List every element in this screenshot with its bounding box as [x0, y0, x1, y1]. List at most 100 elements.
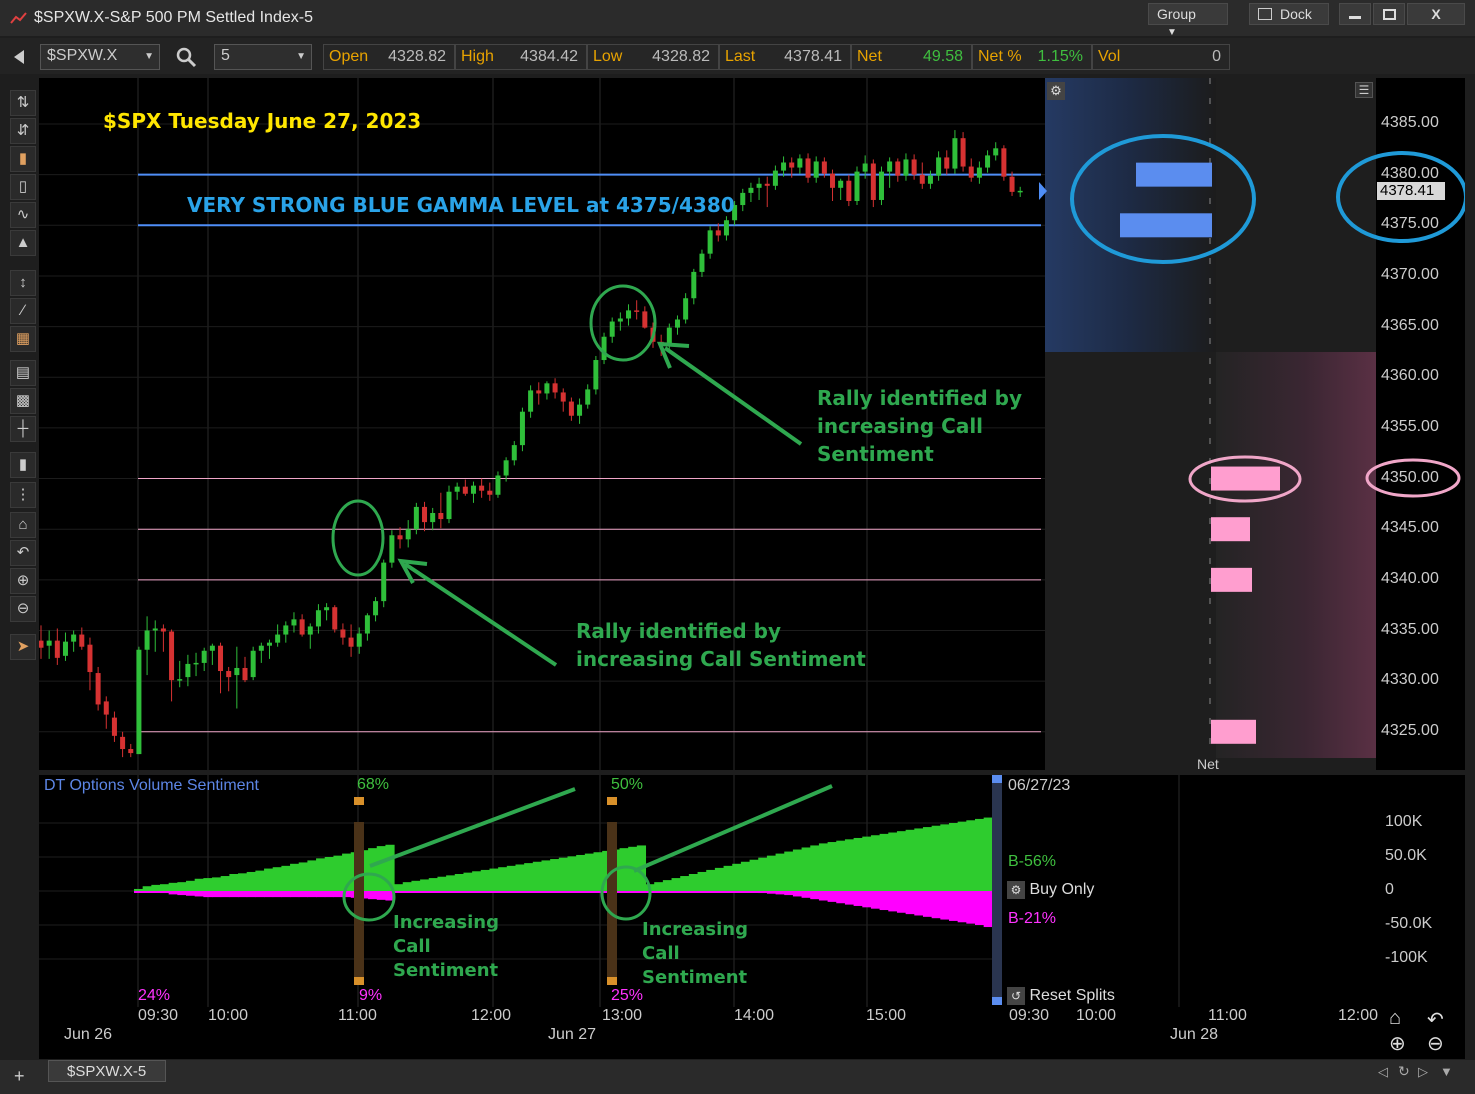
candle — [585, 384, 591, 409]
zoom-out-icon[interactable]: ⊖ — [10, 596, 36, 622]
zoom-out-icon[interactable]: ⊖ — [1427, 1031, 1444, 1056]
home-icon[interactable]: ⌂ — [10, 512, 36, 538]
maximize-button[interactable] — [1373, 3, 1405, 25]
sell-bar — [238, 891, 248, 898]
trendline-icon[interactable]: ∕ — [10, 298, 36, 324]
price-chart[interactable]: ⚙ ☰ Net 4385.00 4380.00 4375.00 4370.00 4365… — [39, 78, 1465, 772]
buy-bar — [619, 848, 629, 891]
candle — [46, 630, 52, 659]
minimize-button[interactable] — [1339, 3, 1371, 25]
search-icon[interactable] — [176, 47, 198, 69]
close-button[interactable]: X — [1407, 3, 1465, 25]
back-arrow-icon[interactable] — [14, 50, 24, 64]
buy-bar — [506, 865, 516, 891]
candle — [552, 378, 558, 399]
zoom-in-icon[interactable]: ⊕ — [10, 568, 36, 594]
group-button[interactable]: Group ▼ — [1148, 3, 1228, 38]
candle — [723, 216, 729, 241]
buy-bar — [203, 878, 213, 891]
candle — [919, 162, 925, 189]
dock-button[interactable]: Dock — [1249, 3, 1329, 25]
candle — [797, 154, 803, 174]
sell-bar — [862, 891, 872, 908]
candle — [438, 492, 444, 529]
sell-bar — [298, 891, 308, 898]
layout-icon[interactable]: ▩ — [10, 388, 36, 414]
candle — [177, 660, 183, 688]
time-axis[interactable]: 09:30 10:00 11:00 12:00 13:00 14:00 15:00 09:30… — [39, 1007, 1465, 1059]
menu-icon[interactable]: ☰ — [1355, 82, 1373, 98]
session-marker-top — [607, 797, 617, 805]
sell-bar — [697, 891, 707, 893]
price-tick: 4370.00 — [1381, 265, 1439, 283]
grid-icon[interactable]: ▦ — [10, 326, 36, 352]
crosshair-icon[interactable]: ┼ — [10, 416, 36, 442]
refresh-icon[interactable]: ↻ — [1398, 1063, 1410, 1080]
current-session-top — [992, 775, 1002, 783]
sell-bar — [680, 891, 690, 893]
candlestick-icon[interactable]: ▮ — [10, 146, 36, 172]
home-icon[interactable]: ⌂ — [1389, 1007, 1401, 1030]
session-marker — [354, 822, 364, 985]
call-sentiment-line: Increasing — [642, 919, 748, 940]
sell-bar — [922, 891, 933, 917]
collapse-icon[interactable]: ▼ — [1440, 1064, 1453, 1079]
symbol-input[interactable]: $SPXW.X ▼ — [40, 44, 160, 70]
buy-bar — [940, 824, 950, 891]
candle — [691, 268, 697, 305]
line-chart-icon[interactable]: ∿ — [10, 202, 36, 228]
scroll-left-icon[interactable]: ◁ — [1378, 1064, 1388, 1080]
call-sentiment-line: Sentiment — [393, 960, 499, 981]
area-chart-icon[interactable]: ▲ — [10, 230, 36, 256]
buy-bar — [784, 851, 794, 891]
buy-bar — [654, 882, 664, 891]
reset-splits-button[interactable]: ↺ Reset Splits — [1007, 987, 1115, 1005]
buy-bar — [463, 872, 473, 891]
data-window-icon[interactable]: ▮ — [10, 452, 36, 478]
add-tab-icon[interactable]: + — [14, 1066, 25, 1087]
sell-percent: B-21% — [1008, 910, 1057, 927]
interval-input[interactable]: 5 ▼ — [214, 44, 312, 70]
buy-bar — [541, 860, 551, 891]
candle — [283, 621, 289, 643]
scroll-right-icon[interactable]: ▷ — [1418, 1064, 1428, 1080]
scale-icon[interactable]: ↕ — [10, 270, 36, 296]
buy-only-toggle[interactable]: ⚙ Buy Only — [1007, 881, 1094, 899]
candle — [462, 479, 468, 496]
quote-value: 1.15% — [1037, 48, 1083, 65]
pointer-icon[interactable]: ➤ — [10, 634, 36, 660]
candle — [218, 642, 224, 694]
split-icon[interactable]: ⋮ — [10, 482, 36, 508]
table-icon[interactable]: ▤ — [10, 360, 36, 386]
sell-bar — [489, 891, 499, 893]
zoom-in-icon[interactable]: ⊕ — [1389, 1031, 1406, 1056]
sell-bar — [792, 891, 803, 897]
candle — [936, 151, 942, 181]
gear-icon[interactable]: ⚙ — [1047, 82, 1065, 100]
candle — [422, 501, 428, 532]
candle — [593, 355, 599, 395]
undo-icon[interactable]: ↶ — [1427, 1007, 1444, 1032]
tab-spxw-5[interactable]: $SPXW.X-5 — [48, 1060, 166, 1082]
move-icon[interactable]: ⇵ — [10, 118, 36, 144]
bar-chart-icon[interactable]: ▯ — [10, 174, 36, 200]
price-tick: 4355.00 — [1381, 417, 1439, 435]
sell-bar — [775, 891, 785, 895]
cursor-cross-icon[interactable]: ⇅ — [10, 90, 36, 116]
buy-bar — [281, 865, 291, 891]
sell-bar — [142, 891, 152, 893]
buy-bar — [402, 882, 412, 891]
sell-bar — [758, 891, 768, 894]
candle — [911, 154, 917, 180]
sell-bar — [203, 891, 213, 898]
quote-label: Vol — [1098, 48, 1121, 65]
sentiment-panel[interactable]: DT Options Volume Sentiment 06/27/23 B-5… — [39, 775, 1465, 1007]
chart-title-annotation: $SPX Tuesday June 27, 2023 — [103, 109, 422, 133]
undo-icon[interactable]: ↶ — [10, 540, 36, 566]
sentiment-canvas — [39, 775, 1180, 1007]
buy-bar — [844, 839, 855, 891]
candle — [356, 627, 362, 654]
sell-bar — [688, 891, 699, 893]
quote-label: Low — [593, 48, 623, 65]
session-marker-bottom — [607, 977, 617, 985]
